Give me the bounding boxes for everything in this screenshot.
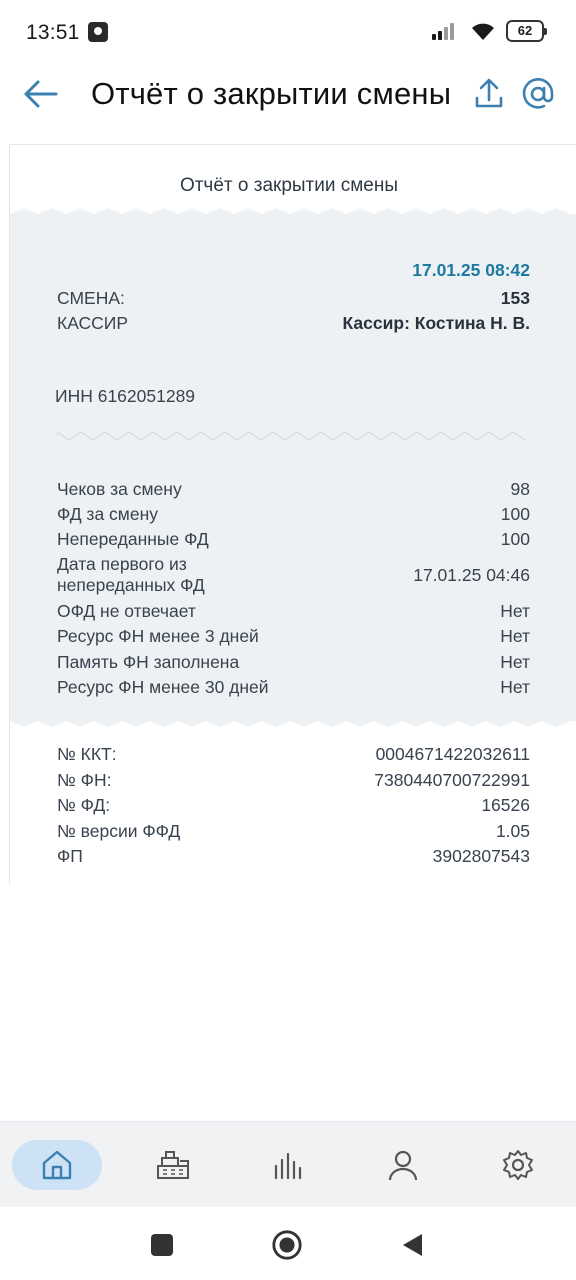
back-button[interactable] bbox=[18, 72, 62, 116]
system-navigation bbox=[0, 1207, 576, 1280]
stat-label-line2: непереданных ФД bbox=[57, 575, 205, 595]
fiscal-label: № ФН: bbox=[57, 770, 112, 790]
signal-icon bbox=[432, 21, 460, 41]
stat-label: Непереданные ФД bbox=[57, 529, 209, 549]
fiscal-value: 0004671422032611 bbox=[375, 744, 530, 764]
home-circle-icon bbox=[272, 1230, 302, 1260]
cashier-row: КАССИР Кассир: Костина Н. В. bbox=[57, 313, 530, 334]
fiscal-value: 1.05 bbox=[495, 821, 530, 841]
stat-row-fn-3days: Ресурс ФН менее 3 дней Нет bbox=[57, 626, 530, 647]
receipt-title: Отчёт о закрытии смены bbox=[179, 175, 399, 196]
stat-label: Ресурс ФН менее 3 дней bbox=[57, 626, 259, 646]
stat-value: 100 bbox=[500, 504, 530, 524]
fiscal-row-fn: № ФН: 7380440700722991 bbox=[57, 770, 530, 791]
zigzag-divider bbox=[57, 431, 526, 441]
cashier-value: Кассир: Костина Н. В. bbox=[342, 313, 530, 333]
battery-icon: 62 bbox=[506, 20, 547, 42]
app-header: Отчёт о закрытии смены bbox=[0, 64, 576, 124]
stat-label: Ресурс ФН менее 30 дней bbox=[57, 677, 269, 697]
shift-value: 153 bbox=[500, 288, 530, 308]
receipt-datetime-row: 17.01.25 08:42 bbox=[57, 260, 530, 281]
stat-value: 100 bbox=[500, 529, 530, 549]
fiscal-value: 3902807543 bbox=[432, 846, 530, 866]
stat-row-checks: Чеков за смену 98 bbox=[57, 479, 530, 500]
status-bar: 13:51 62 bbox=[0, 0, 576, 64]
nav-reports[interactable] bbox=[243, 1140, 333, 1190]
share-button[interactable] bbox=[470, 74, 508, 114]
fiscal-row-kkt: № ККТ: 0004671422032611 bbox=[57, 744, 530, 765]
cashier-label: КАССИР bbox=[57, 313, 129, 333]
status-time: 13:51 bbox=[26, 21, 80, 44]
fiscal-value: 7380440700722991 bbox=[374, 770, 530, 790]
stat-row-ofd: ОФД не отвечает Нет bbox=[57, 601, 530, 622]
stat-row-fn-memory: Память ФН заполнена Нет bbox=[57, 652, 530, 673]
nav-settings[interactable] bbox=[473, 1140, 563, 1190]
back-arrow-icon bbox=[24, 80, 58, 108]
stat-value: Нет bbox=[500, 652, 530, 672]
fiscal-label: № версии ФФД bbox=[57, 821, 181, 841]
settings-icon bbox=[503, 1150, 533, 1180]
fiscal-label: № ФД: bbox=[57, 795, 111, 815]
notification-app-icon bbox=[88, 22, 108, 42]
bottom-navigation bbox=[0, 1121, 576, 1207]
fiscal-row-ffd-version: № версии ФФД 1.05 bbox=[57, 821, 530, 842]
fiscal-value: 16526 bbox=[481, 795, 530, 815]
stat-label: Память ФН заполнена bbox=[57, 652, 240, 672]
stat-label: Чеков за смену bbox=[57, 479, 182, 499]
receipt: Отчёт о закрытии смены 17.01.25 08:42 СМ… bbox=[9, 144, 576, 884]
share-upload-icon bbox=[475, 78, 503, 108]
stat-label: Дата первого из непереданных ФД bbox=[57, 554, 205, 596]
stat-value: Нет bbox=[500, 601, 530, 621]
page-title: Отчёт о закрытии смены bbox=[91, 76, 452, 111]
back-system-button[interactable] bbox=[396, 1229, 428, 1261]
at-email-icon bbox=[522, 78, 554, 109]
stat-value: Нет bbox=[500, 626, 530, 646]
stat-row-fn-30days: Ресурс ФН менее 30 дней Нет bbox=[57, 677, 530, 698]
receipt-datetime: 17.01.25 08:42 bbox=[412, 260, 530, 280]
status-indicators: 62 bbox=[432, 20, 547, 42]
wifi-icon bbox=[472, 23, 494, 40]
stat-row-fd: ФД за смену 100 bbox=[57, 504, 530, 525]
fiscal-row-fp: ФП 3902807543 bbox=[57, 846, 530, 867]
stat-label: ОФД не отвечает bbox=[57, 601, 196, 621]
fiscal-row-fd: № ФД: 16526 bbox=[57, 795, 530, 816]
nav-cash-register[interactable] bbox=[128, 1140, 218, 1190]
shift-label: СМЕНА: bbox=[57, 288, 125, 308]
profile-icon bbox=[388, 1150, 418, 1181]
recent-apps-icon bbox=[151, 1234, 173, 1256]
stat-row-unsent-fd: Непереданные ФД 100 bbox=[57, 529, 530, 550]
fiscal-label: № ККТ: bbox=[57, 744, 117, 764]
zigzag-bottom-edge bbox=[10, 715, 576, 727]
stat-row-first-unsent-date: Дата первого из непереданных ФД 17.01.25… bbox=[57, 554, 530, 596]
email-button[interactable] bbox=[518, 74, 558, 114]
home-system-button[interactable] bbox=[271, 1229, 303, 1261]
fiscal-label: ФП bbox=[57, 846, 83, 866]
stat-label: ФД за смену bbox=[57, 504, 158, 524]
recent-apps-button[interactable] bbox=[146, 1229, 178, 1261]
nav-home[interactable] bbox=[12, 1140, 102, 1190]
stat-value: 17.01.25 04:46 bbox=[413, 564, 530, 585]
receipt-header: Отчёт о закрытии смены bbox=[10, 145, 576, 217]
zigzag-top-edge bbox=[10, 208, 576, 220]
cash-register-icon bbox=[157, 1151, 189, 1179]
stat-label-line1: Дата первого из bbox=[57, 554, 187, 574]
inn-value: ИНН 6162051289 bbox=[55, 386, 196, 406]
nav-profile[interactable] bbox=[358, 1140, 448, 1190]
stat-value: 98 bbox=[510, 479, 530, 499]
home-icon bbox=[42, 1150, 72, 1180]
stat-value: Нет bbox=[500, 677, 530, 697]
back-triangle-icon bbox=[403, 1234, 422, 1256]
chart-icon bbox=[274, 1152, 302, 1180]
inn-row: ИНН 6162051289 bbox=[55, 386, 528, 407]
shift-row: СМЕНА: 153 bbox=[57, 288, 530, 309]
